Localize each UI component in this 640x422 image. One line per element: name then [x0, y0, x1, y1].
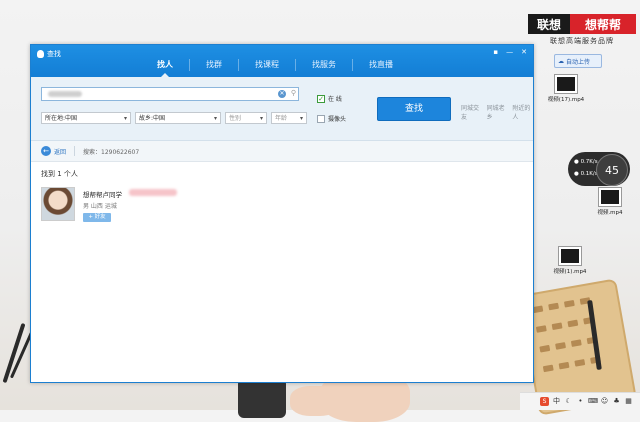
tab-find-service[interactable]: 找服务: [295, 59, 352, 71]
brand-left-text: 联想: [528, 14, 570, 34]
download-speed: ● 0.7K/s: [574, 159, 598, 165]
link-hometown-friends[interactable]: 同城老乡: [487, 103, 508, 121]
search-query-text: 搜索：1290622607: [83, 148, 140, 156]
search-panel: ✕ ⚲: [31, 77, 533, 141]
clear-icon[interactable]: ✕: [278, 90, 286, 98]
video-file-icon: [558, 246, 582, 266]
tab-bar: 找人 找群 找课程 找服务 找直播: [141, 59, 409, 77]
brand-logo: 联想 想帮帮 联想高端服务品牌: [528, 14, 636, 46]
auto-upload-label: 自动上传: [566, 58, 591, 66]
back-button[interactable]: ← 返回: [41, 146, 66, 156]
window-title: 查找: [47, 50, 61, 58]
moon-icon[interactable]: ☾: [564, 397, 573, 406]
result-count: 找到 1 个人: [41, 170, 78, 178]
desktop-file[interactable]: 视频(1).mp4: [548, 246, 592, 275]
phone-device: [238, 378, 286, 418]
minimize-icon[interactable]: —: [506, 48, 513, 56]
qq-penguin-icon: [37, 50, 44, 58]
input-method-icon[interactable]: S: [540, 397, 549, 406]
auto-upload-button[interactable]: ☁ 自动上传: [554, 54, 602, 68]
desktop-file[interactable]: 视频.mp4: [588, 187, 632, 216]
hand: [290, 386, 340, 416]
online-label: 在 线: [328, 96, 342, 103]
quick-links: 同城交友 同城老乡 附近的人: [461, 103, 533, 121]
brand-subtitle: 联想高端服务品牌: [550, 37, 614, 45]
back-label: 返回: [54, 148, 67, 156]
keyboard-icon[interactable]: ⌨: [588, 397, 598, 406]
hometown-select[interactable]: 故乡:中国 ▾: [135, 112, 221, 124]
checkbox-box: [317, 114, 325, 123]
camera-checkbox[interactable]: 摄像头: [317, 114, 346, 123]
feedback-icon[interactable]: ▪: [493, 48, 498, 56]
location-pin-icon[interactable]: ⚲: [291, 89, 296, 97]
title-bar: 查找 找人 找群 找课程 找服务 找直播 ▪ — ✕: [31, 45, 533, 77]
grid-icon[interactable]: ▦: [624, 397, 633, 406]
search-input[interactable]: ✕ ⚲: [41, 87, 299, 101]
cloud-icon: ☁: [558, 57, 564, 65]
usage-gauge: 45: [596, 154, 628, 186]
user-location: 男 山西 运城: [83, 203, 117, 210]
close-icon[interactable]: ✕: [521, 48, 527, 56]
add-friend-button[interactable]: + 好友: [83, 213, 111, 222]
chevron-down-icon: ▾: [123, 115, 127, 122]
desktop-file[interactable]: 视频(17).mp4: [544, 74, 588, 103]
video-file-icon: [598, 187, 622, 207]
chevron-down-icon: ▾: [259, 115, 263, 122]
check-icon: ✓: [317, 94, 325, 103]
file-name: 视频(17).mp4: [547, 97, 585, 103]
redacted-nickname: [129, 189, 177, 196]
gender-select[interactable]: 性别 ▾: [225, 112, 267, 124]
location-select[interactable]: 所在地:中国 ▾: [41, 112, 131, 124]
upload-speed: ● 0.1K/s: [574, 171, 598, 177]
camera-label: 摄像头: [328, 116, 347, 123]
ime-label[interactable]: 中: [552, 397, 561, 406]
user-icon[interactable]: ☺: [600, 397, 609, 406]
user-name[interactable]: 想帮帮卢同学: [83, 189, 122, 199]
network-monitor-widget[interactable]: ● 0.7K/s ● 0.1K/s 45: [568, 152, 630, 186]
avatar[interactable]: [41, 187, 75, 221]
system-tray: S 中 ☾ • ⌨ ☺ ♣ ▦: [520, 392, 640, 410]
shirt-icon[interactable]: ♣: [612, 397, 621, 406]
chevron-down-icon: ▾: [299, 115, 303, 122]
find-window: 查找 找人 找群 找课程 找服务 找直播 ▪ — ✕ ✕ ⚲ 所在地:中国 ▾ 故…: [30, 44, 534, 383]
file-name: 视频(1).mp4: [553, 269, 587, 275]
search-input-value: [48, 91, 82, 97]
brand-right-text: 想帮帮: [570, 14, 636, 34]
online-checkbox[interactable]: ✓ 在 线: [317, 94, 342, 103]
video-file-icon: [554, 74, 578, 94]
tab-find-people[interactable]: 找人: [141, 59, 189, 77]
age-select[interactable]: 年龄 ▾: [271, 112, 307, 124]
divider: [74, 146, 76, 156]
chevron-down-icon: ▾: [213, 115, 217, 122]
tab-find-group[interactable]: 找群: [189, 59, 238, 71]
back-arrow-icon: ←: [41, 146, 51, 156]
link-local-friends[interactable]: 同城交友: [461, 103, 482, 121]
punctuation-icon[interactable]: •: [576, 397, 585, 406]
tab-find-live[interactable]: 找直播: [352, 59, 409, 71]
file-name: 视频.mp4: [597, 210, 623, 216]
link-nearby-people[interactable]: 附近的人: [512, 103, 533, 121]
find-button[interactable]: 查找: [377, 97, 451, 121]
breadcrumb: ← 返回 搜索：1290622607: [31, 141, 533, 162]
tab-find-course[interactable]: 找课程: [238, 59, 295, 71]
